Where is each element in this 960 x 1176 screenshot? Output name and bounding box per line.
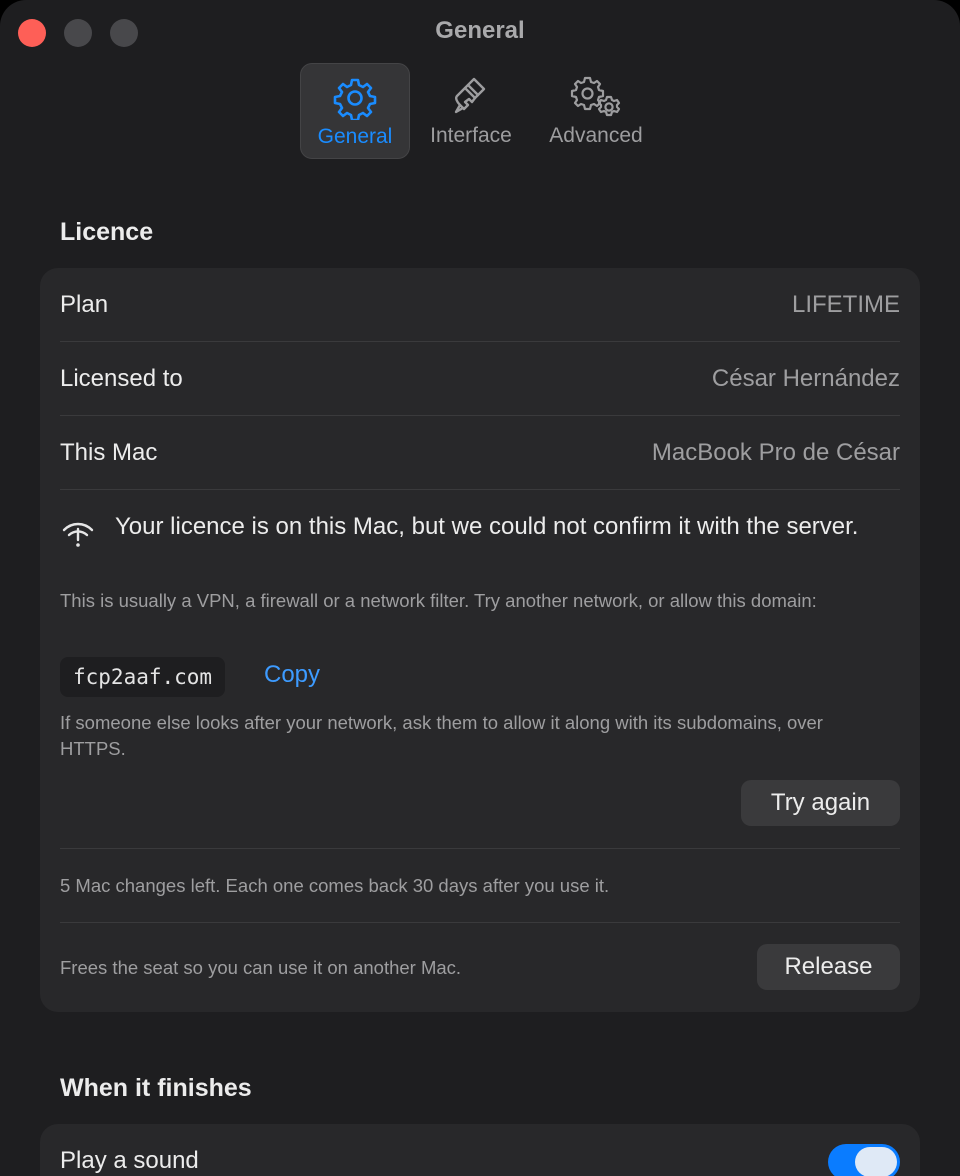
tab-general[interactable]: General xyxy=(300,63,410,159)
play-sound-toggle[interactable] xyxy=(828,1144,900,1176)
tab-advanced-label: Advanced xyxy=(549,124,643,147)
gears-icon xyxy=(568,75,624,124)
network-admin-note: If someone else looks after your network… xyxy=(60,712,823,759)
divider xyxy=(60,922,900,923)
window-title: General xyxy=(435,17,525,44)
this-mac-row: This Mac MacBook Pro de César xyxy=(60,416,900,490)
licence-section-title: Licence xyxy=(60,218,154,246)
licence-warning: Your licence is on this Mac, but we coul… xyxy=(60,511,900,841)
play-sound-label: Play a sound xyxy=(60,1147,199,1174)
domain-code: fcp2aaf.com xyxy=(60,657,226,697)
this-mac-label: This Mac xyxy=(60,439,158,466)
warning-explanation: This is usually a VPN, a firewall or a n… xyxy=(60,590,817,611)
tab-advanced[interactable]: Advanced xyxy=(534,63,658,159)
licensed-to-row: Licensed to César Hernández xyxy=(60,342,900,416)
play-sound-row: Play a sound xyxy=(60,1124,900,1176)
finish-card: Play a sound xyxy=(40,1124,920,1176)
tab-general-label: General xyxy=(317,125,393,148)
toggle-knob xyxy=(855,1147,897,1176)
plan-row: Plan LIFETIME xyxy=(60,268,900,342)
copy-domain-link[interactable]: Copy xyxy=(264,661,320,689)
title-bar: General xyxy=(0,0,960,64)
licensed-to-label: Licensed to xyxy=(60,365,183,392)
changes-left-text: 5 Mac changes left. Each one comes back … xyxy=(60,875,610,896)
divider xyxy=(60,848,900,849)
licensed-to-value: César Hernández xyxy=(711,365,900,392)
this-mac-value: MacBook Pro de César xyxy=(651,439,900,466)
warning-heading: Your licence is on this Mac, but we coul… xyxy=(115,513,859,540)
release-button[interactable]: Release xyxy=(757,944,900,990)
paintbrush-icon xyxy=(449,75,493,124)
plan-label: Plan xyxy=(60,291,109,318)
gear-icon xyxy=(333,76,377,125)
wifi-exclamation-icon xyxy=(62,522,94,548)
tab-interface[interactable]: Interface xyxy=(416,63,526,159)
try-again-button[interactable]: Try again xyxy=(741,780,900,826)
tab-interface-label: Interface xyxy=(430,124,512,147)
plan-value: LIFETIME xyxy=(791,291,900,318)
divider xyxy=(60,489,900,490)
finish-section-title: When it finishes xyxy=(60,1074,252,1102)
preferences-window: General General Interface Advanced Licen… xyxy=(0,0,960,1176)
licence-card: Plan LIFETIME Licensed to César Hernánde… xyxy=(40,268,920,1012)
release-description: Frees the seat so you can use it on anot… xyxy=(60,957,462,978)
preferences-tabs: General Interface Advanced xyxy=(0,63,960,161)
